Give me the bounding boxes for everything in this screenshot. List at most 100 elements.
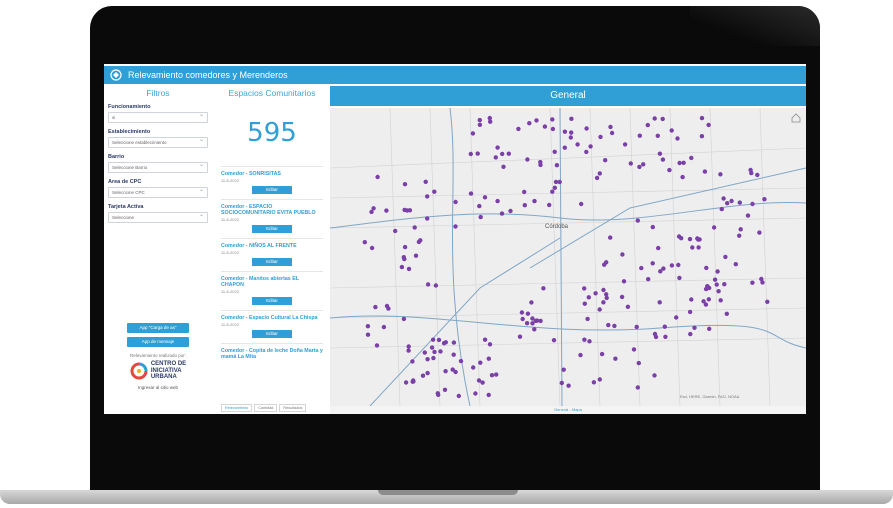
map-marker[interactable] [538,318,543,324]
map-marker[interactable] [695,236,700,241]
map-marker[interactable] [718,298,723,303]
map-marker[interactable] [495,198,500,204]
map-marker[interactable] [532,198,537,204]
map-marker[interactable] [432,349,437,355]
map-marker[interactable] [493,155,498,160]
map-marker[interactable] [486,392,491,398]
map-marker[interactable] [569,130,574,135]
map-marker[interactable] [597,307,602,312]
map-marker[interactable] [687,309,693,315]
map-marker[interactable] [562,145,567,150]
map-marker[interactable] [737,233,742,238]
map-marker[interactable] [706,122,711,128]
edit-button[interactable]: Editar [252,330,292,338]
map-marker[interactable] [620,252,625,257]
map-marker[interactable] [612,323,617,329]
map-marker[interactable] [635,385,640,390]
map-marker[interactable] [412,225,417,230]
map-marker[interactable] [584,126,589,131]
map-marker[interactable] [532,327,537,332]
map-marker[interactable] [689,297,694,302]
map-marker[interactable] [418,238,423,243]
map-marker[interactable] [473,391,478,396]
map-marker[interactable] [404,208,410,213]
map-marker[interactable] [692,325,697,330]
map-marker[interactable] [575,142,580,147]
map-marker[interactable] [635,218,640,223]
map-marker[interactable] [411,378,416,383]
map-marker[interactable] [714,282,719,287]
map-marker[interactable] [480,380,485,385]
map-marker[interactable] [451,340,457,345]
website-link[interactable]: Ingresar al sitio web [104,385,212,390]
map-marker[interactable] [547,202,552,208]
map-marker[interactable] [696,245,701,250]
map-marker[interactable] [477,122,483,127]
map-marker[interactable] [401,255,406,260]
app-carga-button[interactable]: App "Carga de as" [127,323,189,333]
map-marker[interactable] [699,115,705,121]
map-marker[interactable] [550,117,555,122]
map-marker[interactable] [658,269,663,274]
map-marker[interactable] [609,130,615,136]
map-marker[interactable] [594,175,600,181]
map-marker[interactable] [374,343,380,348]
list-item[interactable]: Comedor - Manitos abiertas EL CHAPON 11-… [221,271,323,305]
map-marker[interactable] [458,358,464,364]
map-marker[interactable] [675,136,680,141]
list-item[interactable]: Comedor - ESPACIO SOCIOCOMUNITARIO EVITA… [221,199,323,233]
map-marker[interactable] [501,164,506,169]
map-marker[interactable] [707,326,712,331]
map-marker[interactable] [552,185,557,190]
map-marker[interactable] [451,352,456,357]
map-marker[interactable] [402,182,408,187]
map-marker[interactable] [718,172,723,177]
map-marker[interactable] [420,373,426,378]
map-marker[interactable] [582,286,587,291]
map-marker[interactable] [453,224,458,229]
map-marker[interactable] [494,372,499,377]
map-marker[interactable] [729,198,734,204]
map-marker[interactable] [553,179,559,185]
map-marker[interactable] [653,334,659,340]
map-marker[interactable] [606,322,611,328]
tarjeta-select[interactable]: Seleccione [108,211,208,223]
map-marker[interactable] [604,292,609,297]
map-marker[interactable] [551,338,557,343]
map-marker[interactable] [487,115,492,121]
map-marker[interactable] [750,280,755,285]
barrio-select[interactable]: Seleccione Barrio [108,161,208,173]
map-marker[interactable] [652,116,657,121]
map-marker[interactable] [470,131,476,136]
map-marker[interactable] [711,225,717,230]
map-marker[interactable] [579,201,584,207]
map-marker[interactable] [569,116,574,121]
map-marker[interactable] [679,236,684,241]
map-marker[interactable] [527,121,532,126]
map-marker[interactable] [582,337,587,342]
map-marker[interactable] [538,162,543,168]
map-marker[interactable] [384,303,390,309]
map-marker[interactable] [641,162,646,167]
map-marker[interactable] [677,160,682,166]
map-marker[interactable] [608,124,613,130]
map-marker[interactable] [704,265,709,271]
map-marker[interactable] [384,208,389,213]
map-marker[interactable] [669,128,674,133]
map-marker[interactable] [586,295,591,300]
map-marker[interactable] [578,352,583,358]
map-marker[interactable] [406,344,411,349]
map-marker[interactable] [525,157,530,162]
map-marker[interactable] [687,236,693,242]
map-marker[interactable] [393,228,398,234]
map-marker[interactable] [639,265,644,271]
map-marker[interactable] [622,142,628,147]
map-marker[interactable] [431,355,436,361]
map-marker[interactable] [681,160,686,165]
map-marker[interactable] [722,282,727,287]
map-marker[interactable] [712,277,718,282]
funcionamiento-select[interactable]: si [108,111,208,123]
map-marker[interactable] [757,230,762,235]
map-marker[interactable] [541,286,546,291]
map-marker[interactable] [657,300,662,305]
